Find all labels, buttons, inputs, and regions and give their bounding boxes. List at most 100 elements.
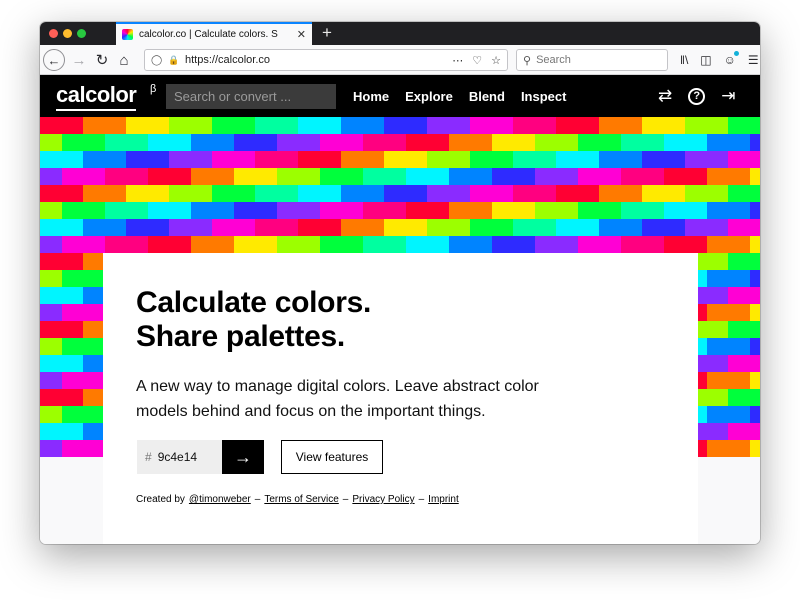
- home-button[interactable]: ⌂: [114, 45, 134, 75]
- color-swatch: [406, 236, 449, 253]
- shield-icon[interactable]: ◯: [151, 55, 162, 66]
- color-swatch: [750, 270, 760, 287]
- color-swatch: [62, 236, 105, 253]
- go-button[interactable]: →: [222, 440, 264, 474]
- pocket-icon[interactable]: ♡: [472, 54, 482, 67]
- color-swatch: [277, 202, 320, 219]
- color-swatch: [298, 185, 341, 202]
- library-icon[interactable]: ‖\: [680, 53, 688, 67]
- color-swatch: [363, 236, 406, 253]
- color-swatch: [169, 185, 212, 202]
- color-swatch: [83, 185, 126, 202]
- color-swatch: [40, 355, 83, 372]
- color-swatch: [255, 185, 298, 202]
- color-swatch: [234, 202, 277, 219]
- browser-window: calcolor.co | Calculate colors. S ✕ + ← …: [40, 22, 760, 544]
- color-swatch: [513, 117, 556, 134]
- privacy-link[interactable]: Privacy Policy: [352, 494, 414, 505]
- color-swatch: [40, 338, 62, 355]
- sidebar-icon[interactable]: ◫: [700, 53, 711, 67]
- tab-calcolor[interactable]: calcolor.co | Calculate colors. S ✕: [116, 22, 312, 45]
- color-swatch: [707, 236, 750, 253]
- page-actions-icon[interactable]: ⋯: [452, 54, 463, 67]
- sign-in-icon[interactable]: ⇥: [721, 86, 735, 106]
- url-bar[interactable]: ◯ 🔒 https://calcolor.co ⋯ ♡ ☆: [144, 49, 508, 71]
- color-swatch: [212, 151, 255, 168]
- color-swatch: [664, 202, 707, 219]
- window-close-button[interactable]: [49, 29, 58, 38]
- tab-strip: calcolor.co | Calculate colors. S ✕ +: [40, 22, 760, 45]
- view-features-button[interactable]: View features: [281, 440, 383, 474]
- color-swatch: [62, 168, 105, 185]
- site-header: calcolor β Home Explore Blend Inspect ⇄ …: [40, 75, 760, 117]
- color-swatch: [148, 202, 191, 219]
- account-icon[interactable]: ☺: [724, 51, 740, 67]
- terms-link[interactable]: Terms of Service: [264, 494, 338, 505]
- nav-blend[interactable]: Blend: [469, 89, 505, 104]
- color-swatch: [728, 355, 760, 372]
- color-swatch: [62, 270, 105, 287]
- color-swatch: [148, 236, 191, 253]
- nav-inspect[interactable]: Inspect: [521, 89, 567, 104]
- forward-button[interactable]: →: [69, 45, 89, 75]
- imprint-link[interactable]: Imprint: [428, 494, 459, 505]
- color-swatch: [513, 151, 556, 168]
- color-swatch: [234, 168, 277, 185]
- color-swatch: [40, 117, 83, 134]
- calcolor-logo[interactable]: calcolor: [56, 82, 137, 112]
- color-swatch: [707, 406, 750, 423]
- color-swatch: [62, 440, 105, 457]
- window-minimize-button[interactable]: [63, 29, 72, 38]
- color-swatch: [642, 151, 685, 168]
- color-swatch: [277, 236, 320, 253]
- color-swatch: [578, 168, 621, 185]
- beta-badge: β: [150, 83, 157, 95]
- color-swatch: [728, 423, 760, 440]
- lock-icon[interactable]: 🔒: [168, 55, 179, 66]
- bookmark-star-icon[interactable]: ☆: [491, 54, 501, 67]
- site-nav: Home Explore Blend Inspect: [353, 75, 566, 117]
- menu-icon[interactable]: ☰: [748, 53, 759, 67]
- color-swatch: [492, 236, 535, 253]
- tab-close-icon[interactable]: ✕: [297, 28, 306, 41]
- color-swatch: [191, 134, 234, 151]
- shuffle-icon[interactable]: ⇄: [658, 86, 672, 106]
- color-swatch: [750, 202, 760, 219]
- color-swatch: [40, 202, 62, 219]
- footer-separator: –: [254, 494, 261, 505]
- color-swatch: [513, 185, 556, 202]
- color-swatch: [341, 151, 384, 168]
- site-search-input[interactable]: [166, 84, 336, 109]
- hex-input[interactable]: # 9c4e14: [137, 440, 223, 474]
- headline-line-1: Calculate colors.: [136, 286, 371, 319]
- color-swatch: [191, 168, 234, 185]
- help-icon[interactable]: ?: [688, 87, 706, 105]
- color-swatch: [449, 236, 492, 253]
- color-swatch: [169, 117, 212, 134]
- color-swatch: [384, 219, 427, 236]
- color-swatch: [40, 372, 62, 389]
- color-swatch: [621, 168, 664, 185]
- nav-home[interactable]: Home: [353, 89, 389, 104]
- color-swatch: [750, 304, 760, 321]
- footer-separator: –: [418, 494, 425, 505]
- color-swatch: [750, 134, 760, 151]
- hex-value[interactable]: 9c4e14: [158, 450, 197, 464]
- back-button[interactable]: ←: [43, 49, 65, 71]
- color-swatch: [750, 236, 760, 253]
- browser-search-box[interactable]: ⚲ Search: [516, 49, 668, 71]
- nav-explore[interactable]: Explore: [405, 89, 453, 104]
- new-tab-button[interactable]: +: [322, 23, 332, 43]
- color-swatch: [492, 168, 535, 185]
- color-swatch: [728, 185, 760, 202]
- color-swatch: [320, 202, 363, 219]
- color-swatch: [40, 406, 62, 423]
- reload-button[interactable]: ↻: [92, 45, 112, 75]
- color-swatch: [234, 134, 277, 151]
- window-maximize-button[interactable]: [77, 29, 86, 38]
- color-swatch: [535, 236, 578, 253]
- color-swatch: [62, 372, 105, 389]
- url-text[interactable]: https://calcolor.co: [185, 54, 452, 66]
- author-link[interactable]: @timonweber: [189, 494, 251, 505]
- color-swatch: [40, 219, 83, 236]
